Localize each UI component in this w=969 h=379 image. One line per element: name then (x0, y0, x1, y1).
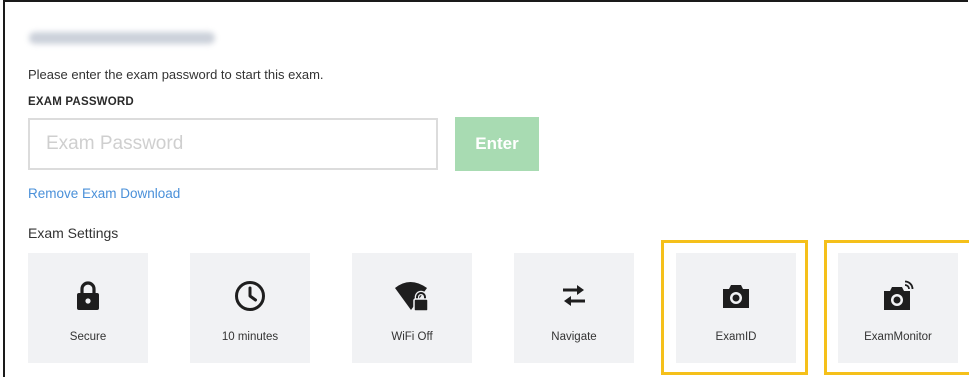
tile-label: WiFi Off (391, 331, 433, 343)
swap-arrows-icon (554, 279, 594, 313)
wifi-lock-icon (392, 279, 432, 313)
setting-tile-secure[interactable]: Secure (28, 253, 148, 363)
tile-label: 10 minutes (221, 331, 279, 343)
clock-icon (230, 279, 270, 313)
exam-password-input[interactable] (28, 118, 438, 170)
setting-tile-wifi[interactable]: WiFi Off (352, 253, 472, 363)
exam-settings-heading: Exam Settings (28, 225, 119, 241)
instruction-text: Please enter the exam password to start … (28, 67, 324, 82)
blurred-exam-title (29, 32, 215, 44)
tile-label: Navigate (551, 331, 597, 343)
highlight-box-examid (661, 240, 808, 375)
password-label: EXAM PASSWORD (28, 96, 134, 108)
highlight-box-exammonitor (824, 240, 969, 375)
enter-button[interactable]: Enter (455, 117, 539, 171)
tile-label: Secure (69, 331, 107, 343)
lock-icon (68, 279, 108, 313)
setting-tile-navigate[interactable]: Navigate (514, 253, 634, 363)
remove-exam-download-link[interactable]: Remove Exam Download (28, 186, 180, 201)
setting-tile-time-limit[interactable]: 10 minutes (190, 253, 310, 363)
